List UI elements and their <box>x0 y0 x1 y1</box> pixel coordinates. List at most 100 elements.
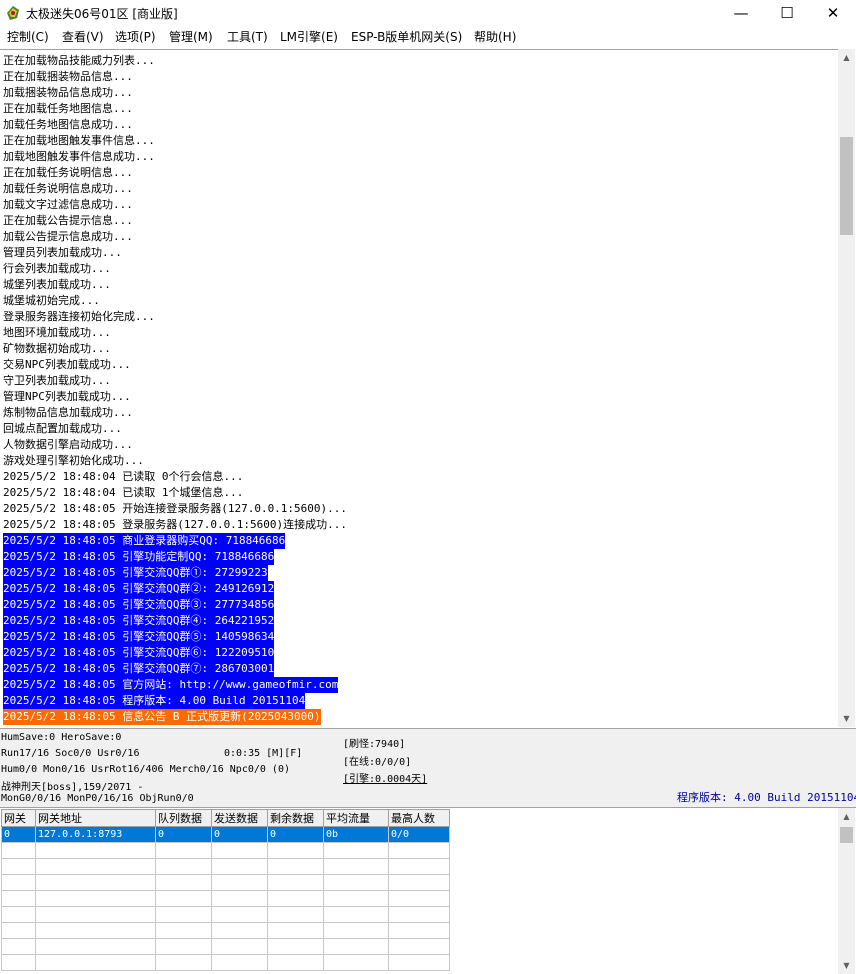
log-line: 加载公告提示信息成功... <box>3 230 133 243</box>
log-line: 正在加载公告提示信息... <box>3 214 133 227</box>
log-line: 2025/5/2 18:48:05 程序版本: 4.00 Build 20151… <box>3 693 306 709</box>
menu-lm-engine[interactable]: LM引擎(E) <box>280 28 338 45</box>
log-line: 2025/5/2 18:48:04 已读取 0个行会信息... <box>3 470 244 483</box>
menu-manage[interactable]: 管理(M) <box>169 28 213 45</box>
empty-cell <box>35 858 156 875</box>
log-line: 矿物数据初始成功... <box>3 342 111 355</box>
table-cell: 0 <box>267 826 324 843</box>
stat-run: Run17/16 Soc0/0 Usr0/16 <box>1 748 140 759</box>
log-line: 人物数据引擎启动成功... <box>3 438 133 451</box>
empty-cell <box>323 922 389 939</box>
empty-cell <box>211 922 268 939</box>
log-line: 2025/5/2 18:48:05 引擎功能定制QQ: 718846686 <box>3 549 275 565</box>
empty-cell <box>1 938 36 955</box>
table-cell: 0/0 <box>388 826 450 843</box>
log-line: 登录服务器连接初始化完成... <box>3 310 155 323</box>
log-line: 2025/5/2 18:48:05 登录服务器(127.0.0.1:5600)连… <box>3 518 348 531</box>
menu-view[interactable]: 查看(V) <box>62 28 104 45</box>
status-panel: HumSave:0 HeroSave:0 Run17/16 Soc0/0 Usr… <box>0 728 856 808</box>
log-line: 正在加载任务地图信息... <box>3 102 133 115</box>
gateway-scroll-thumb[interactable] <box>840 827 853 843</box>
empty-cell <box>35 890 156 907</box>
empty-cell <box>155 906 212 923</box>
table-cell: 0 <box>1 826 36 843</box>
empty-cell <box>35 906 156 923</box>
log-line: 2025/5/2 18:48:05 引擎交流QQ群②: 249126912 <box>3 581 275 597</box>
gateway-table: 网关 网关地址 队列数据 发送数据 剩余数据 平均流量 最高人数 0 127.0.… <box>1 809 450 971</box>
log-line: 2025/5/2 18:48:05 引擎交流QQ群⑤: 140598634 <box>3 629 275 645</box>
empty-cell <box>1 922 36 939</box>
log-line: 2025/5/2 18:48:04 已读取 1个城堡信息... <box>3 486 244 499</box>
empty-cell <box>1 874 36 891</box>
empty-table-row <box>1 890 450 907</box>
empty-cell <box>35 842 156 859</box>
empty-cell <box>388 858 450 875</box>
empty-table-row <box>1 842 450 859</box>
empty-cell <box>388 890 450 907</box>
program-version: 程序版本: 4.00 Build 20151104 <box>677 791 856 804</box>
table-cell: 0 <box>211 826 268 843</box>
table-row[interactable]: 0 127.0.0.1:8793 0 0 0 0b 0/0 <box>1 826 450 843</box>
log-line: 加载捆装物品信息成功... <box>3 86 133 99</box>
empty-table-row <box>1 874 450 891</box>
col-queue[interactable]: 队列数据 <box>155 809 212 827</box>
scroll-down-arrow-icon[interactable]: ▼ <box>838 710 855 727</box>
log-line: 2025/5/2 18:48:05 官方网站: http://www.gameo… <box>3 677 339 693</box>
empty-cell <box>388 842 450 859</box>
empty-cell <box>323 938 389 955</box>
gateway-scroll-down-icon[interactable]: ▼ <box>838 957 855 974</box>
empty-cell <box>211 874 268 891</box>
log-line: 2025/5/2 18:48:05 引擎交流QQ群⑥: 122209510 <box>3 645 275 661</box>
log-line: 2025/5/2 18:48:05 信息公告 B 正式版更新(202504300… <box>3 709 321 725</box>
log-line: 管理NPC列表加载成功... <box>3 390 131 403</box>
col-sent[interactable]: 发送数据 <box>211 809 268 827</box>
scroll-up-arrow-icon[interactable]: ▲ <box>838 49 855 66</box>
menu-control[interactable]: 控制(C) <box>7 28 49 45</box>
stat-online: [在线:0/0/0] <box>343 757 412 768</box>
menu-help[interactable]: 帮助(H) <box>474 28 516 45</box>
log-line: 游戏处理引擎初始化成功... <box>3 454 144 467</box>
col-gateway[interactable]: 网关 <box>1 809 36 827</box>
stat-uptime: 0:0:35 [M][F] <box>224 748 303 759</box>
empty-cell <box>323 858 389 875</box>
empty-cell <box>155 890 212 907</box>
empty-cell <box>155 938 212 955</box>
empty-cell <box>1 842 36 859</box>
window-title: 太极迷失06号01区 [商业版] <box>26 7 178 21</box>
minimize-button[interactable]: — <box>718 0 764 27</box>
col-remaining[interactable]: 剩余数据 <box>267 809 324 827</box>
log-line: 城堡城初始完成... <box>3 294 100 307</box>
empty-table-row <box>1 906 450 923</box>
empty-cell <box>267 842 324 859</box>
col-gateway-address[interactable]: 网关地址 <box>35 809 156 827</box>
log-line: 回城点配置加载成功... <box>3 422 122 435</box>
stat-engine[interactable]: [引擎:0.0004天] <box>343 770 427 785</box>
empty-cell <box>388 874 450 891</box>
empty-cell <box>1 890 36 907</box>
log-scrollbar[interactable]: ▲ ▼ <box>838 49 855 727</box>
empty-cell <box>267 922 324 939</box>
close-button[interactable]: ✕ <box>810 0 856 27</box>
empty-cell <box>1 906 36 923</box>
maximize-button[interactable]: ☐ <box>764 0 810 27</box>
empty-cell <box>1 858 36 875</box>
table-cell: 0b <box>323 826 389 843</box>
col-max-users[interactable]: 最高人数 <box>388 809 450 827</box>
empty-cell <box>388 906 450 923</box>
empty-table-row <box>1 938 450 955</box>
log-line: 地图环境加载成功... <box>3 326 111 339</box>
gateway-scrollbar[interactable]: ▲ ▼ <box>838 808 855 974</box>
empty-cell <box>267 890 324 907</box>
menu-esp-gateway[interactable]: ESP-B版单机网关(S) <box>351 28 462 45</box>
empty-table-row <box>1 922 450 939</box>
log-line: 行会列表加载成功... <box>3 262 111 275</box>
menu-options[interactable]: 选项(P) <box>115 28 156 45</box>
scroll-thumb[interactable] <box>840 137 853 235</box>
menu-tools[interactable]: 工具(T) <box>227 28 268 45</box>
gateway-scroll-up-icon[interactable]: ▲ <box>838 808 855 825</box>
col-avg-traffic[interactable]: 平均流量 <box>323 809 389 827</box>
empty-cell <box>211 938 268 955</box>
log-pane[interactable]: 正在加载物品技能威力列表... 正在加载捆装物品信息... 加载捆装物品信息成功..… <box>0 49 838 728</box>
empty-cell <box>323 906 389 923</box>
log-line: 城堡列表加载成功... <box>3 278 111 291</box>
